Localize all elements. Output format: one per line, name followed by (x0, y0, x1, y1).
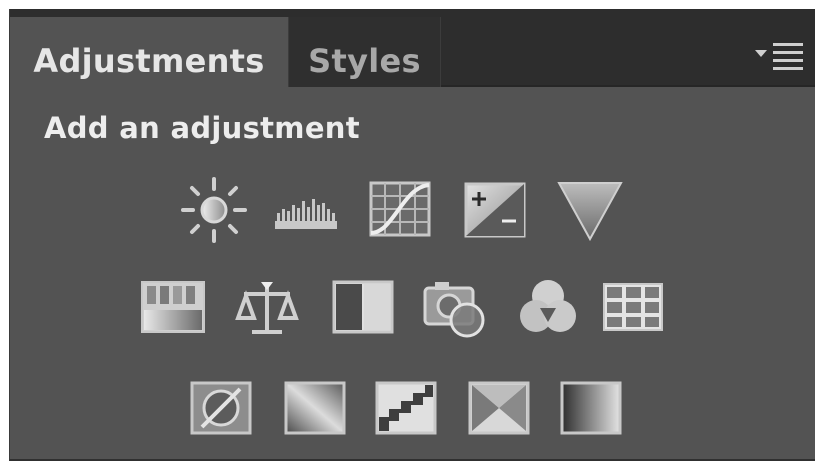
posterize-icon[interactable] (280, 373, 350, 443)
black-white-icon[interactable] (328, 272, 398, 342)
panel-tab-bar: Adjustments Styles (10, 9, 815, 87)
hue-saturation-icon[interactable] (138, 272, 208, 342)
levels-icon[interactable] (271, 175, 341, 245)
panel-menu-icon[interactable] (751, 39, 809, 73)
gradient-map-icon[interactable] (556, 373, 626, 443)
color-balance-icon[interactable] (232, 272, 302, 342)
curves-icon[interactable] (365, 175, 435, 245)
invert-icon[interactable] (186, 373, 256, 443)
section-title: Add an adjustment (44, 111, 360, 145)
threshold-icon[interactable] (371, 373, 441, 443)
color-lookup-icon[interactable] (598, 272, 668, 342)
exposure-icon[interactable] (460, 175, 530, 245)
tab-styles[interactable]: Styles (288, 17, 441, 87)
channel-mixer-icon[interactable] (513, 272, 583, 342)
adjustments-panel: Adjustments Styles Add an adjustment (9, 9, 815, 461)
tab-adjustments[interactable]: Adjustments (10, 17, 288, 87)
vibrance-icon[interactable] (555, 175, 625, 245)
brightness-contrast-icon[interactable] (179, 175, 249, 245)
selective-color-icon[interactable] (464, 373, 534, 443)
photo-filter-icon[interactable] (421, 272, 491, 342)
